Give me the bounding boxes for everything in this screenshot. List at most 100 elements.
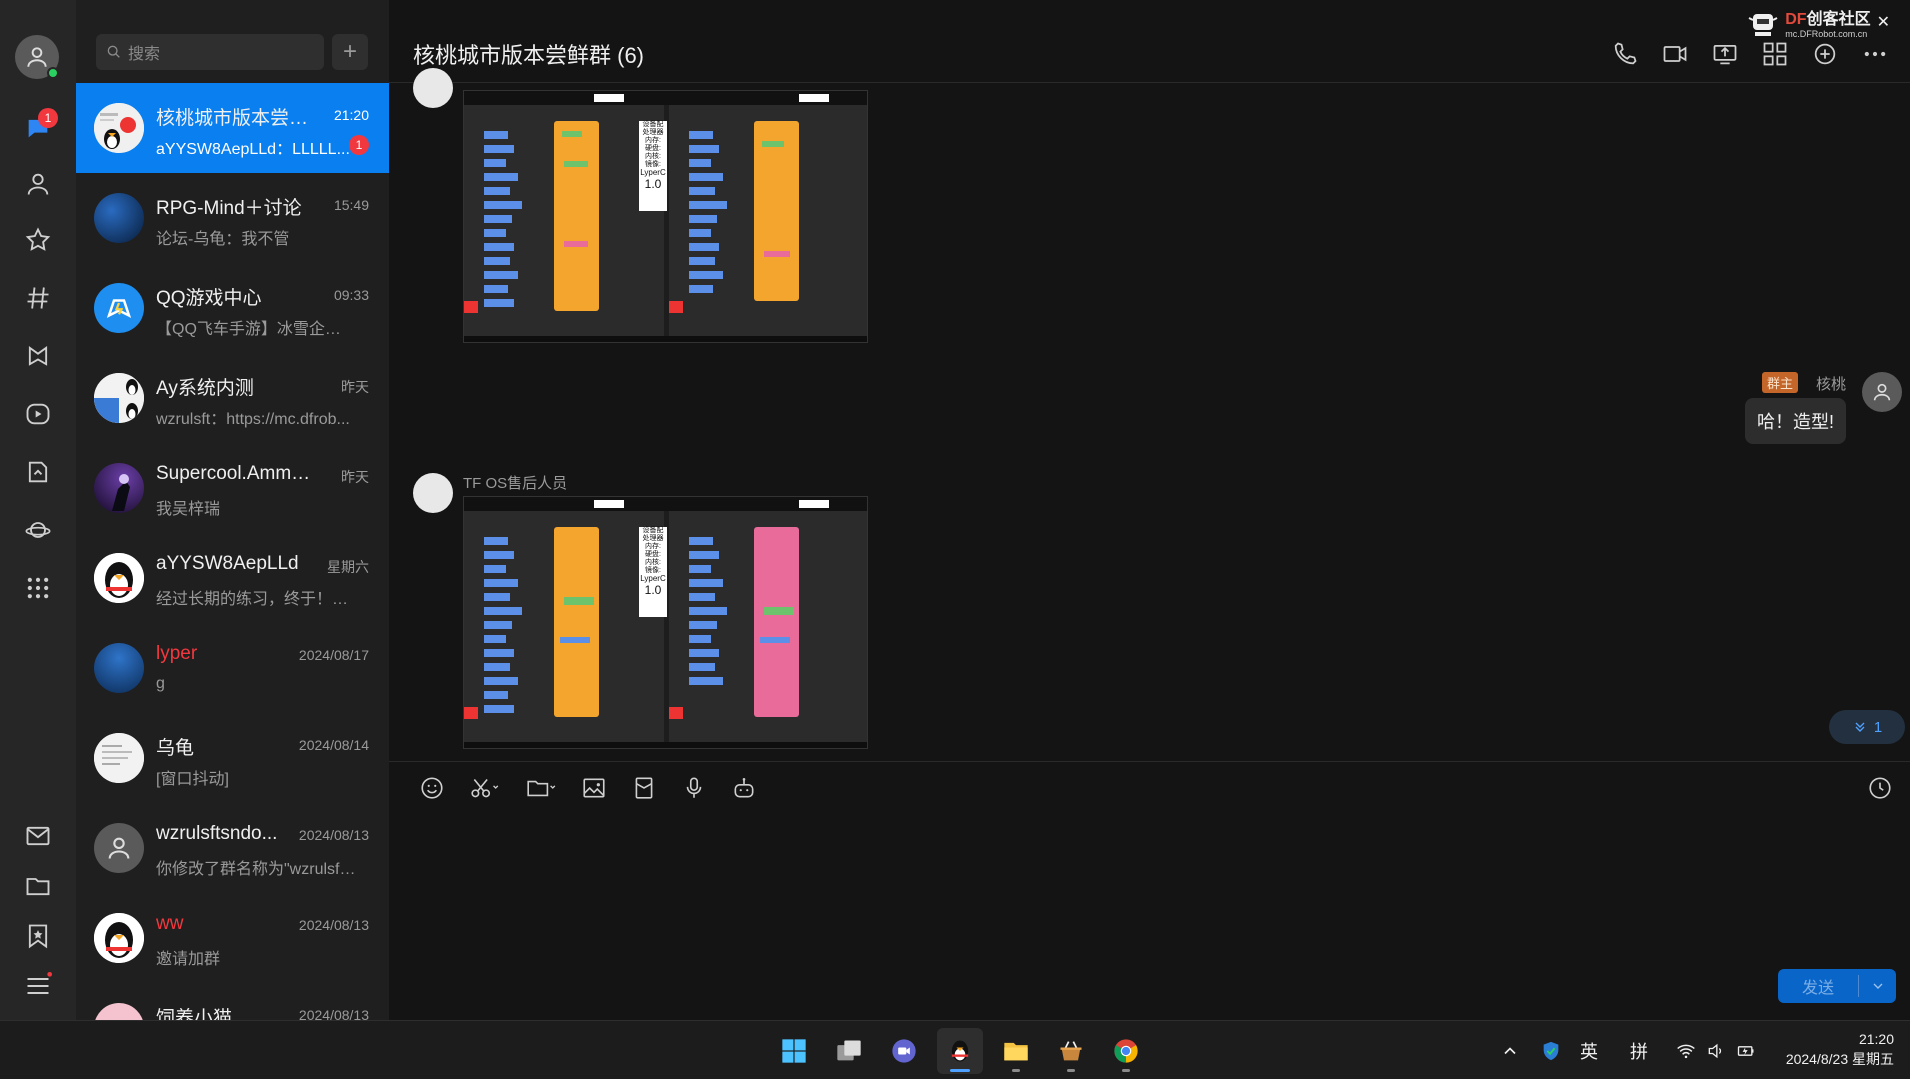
owner-tag: 群主 <box>1761 372 1798 393</box>
add-button[interactable]: + <box>332 34 368 70</box>
hamburger-menu-icon <box>27 972 52 995</box>
conversation-item[interactable]: ww 2024/08/13 邀请加群 <box>76 893 389 983</box>
conversation-time: 昨天 <box>341 379 369 395</box>
send-options-dropdown[interactable] <box>1859 969 1896 1003</box>
nav-main-menu[interactable] <box>20 968 56 1004</box>
add-member-button[interactable] <box>1800 38 1850 70</box>
screenshot-popup: 设备配 处理器 内存: 硬盘: 内核: 镜像: LyperC 1.0 <box>640 121 666 191</box>
sender-avatar[interactable] <box>413 68 453 108</box>
emoji-button[interactable] <box>413 772 451 804</box>
conversation-item[interactable]: Ay系统内测 昨天 wzrulsft：https://mc.dfrob... <box>76 353 389 443</box>
ime-mode[interactable]: 拼 <box>1630 1021 1648 1079</box>
conversation-item[interactable]: wzrulsftsndo... 2024/08/13 你修改了群名称为"wzru… <box>76 803 389 893</box>
conversation-item[interactable]: RPG-Mind＋讨论 15:49 论坛-乌龟：我不管 <box>76 173 389 263</box>
robot-button[interactable] <box>725 772 763 804</box>
screenshot-button[interactable] <box>463 772 507 804</box>
conversation-time: 2024/08/13 <box>298 1007 369 1020</box>
conversation-time: 09:33 <box>333 287 369 303</box>
nav-games[interactable] <box>20 338 56 374</box>
grid-dots-icon <box>27 577 49 599</box>
conversation-item[interactable]: 核桃城市版本尝鲜群 21:20 aYYSW8AepLLd：LLLLL... 1 <box>76 83 389 173</box>
penguin-avatar <box>94 913 144 963</box>
conversation-time: 星期六 <box>327 559 369 575</box>
nav-messages[interactable]: 1 <box>20 108 58 146</box>
conversation-name: lyper <box>156 643 198 664</box>
nav-favorites[interactable] <box>20 222 56 258</box>
nav-docs[interactable] <box>20 454 56 490</box>
screen-share-button[interactable] <box>1700 38 1750 70</box>
nav-channels[interactable] <box>20 280 56 316</box>
conversation-item[interactable]: 乌龟 2024/08/14 [窗口抖动] <box>76 713 389 803</box>
nav-planet[interactable] <box>20 512 56 548</box>
hashtag-icon <box>27 287 49 309</box>
owner-avatar[interactable] <box>1862 372 1902 412</box>
nav-more-apps[interactable] <box>20 570 56 606</box>
message-image[interactable]: 设备配 处理器 内存: 硬盘: 内核: 镜像: LyperC 1.0 <box>463 496 868 749</box>
message-bubble[interactable]: 哈！造型! <box>1744 398 1846 444</box>
start-button[interactable] <box>771 1028 817 1074</box>
conversation-item[interactable]: QQ游戏中心 09:33 【QQ飞车手游】冰雪企鹅岛... <box>76 263 389 353</box>
contact-avatar <box>94 463 144 513</box>
conversation-time: 15:49 <box>333 197 369 213</box>
more-options-button[interactable] <box>1850 38 1900 70</box>
conversation-name: wzrulsftsndo... <box>156 823 278 844</box>
video-call-button[interactable] <box>1650 38 1700 70</box>
voice-button[interactable] <box>675 772 713 804</box>
quick-settings[interactable] <box>1676 1021 1756 1079</box>
chrome-app[interactable] <box>1103 1028 1149 1074</box>
user-avatar[interactable] <box>15 35 59 79</box>
game-icon <box>28 346 48 366</box>
conversation-item[interactable]: Supercool.Amman... 昨天 我吴梓瑞 <box>76 443 389 533</box>
nav-files[interactable] <box>20 868 56 904</box>
group-avatar <box>94 103 144 153</box>
shield-icon <box>1543 1041 1559 1060</box>
conversation-preview: 你修改了群名称为"wzrulsfts... <box>156 861 356 878</box>
task-view-button[interactable] <box>826 1028 872 1074</box>
watermark-brand-cn: 创客社区 <box>1806 11 1871 28</box>
ime-language[interactable]: 英 <box>1580 1021 1598 1079</box>
conversation-time: 2024/08/14 <box>298 737 369 753</box>
message-input[interactable] <box>413 818 1893 958</box>
penguin-avatar <box>94 553 144 603</box>
message-history-button[interactable] <box>1864 772 1896 804</box>
conversation-name: 乌龟 <box>156 738 195 759</box>
nav-contacts[interactable] <box>20 166 56 202</box>
sender-avatar[interactable] <box>413 473 453 513</box>
search-input[interactable]: 搜索 <box>96 34 324 70</box>
nav-bookmarks[interactable] <box>20 918 56 954</box>
apps-button[interactable] <box>1750 38 1800 70</box>
scroll-to-new-button[interactable]: 1 <box>1829 710 1905 744</box>
conversation-item[interactable]: lyper 2024/08/17 g <box>76 623 389 713</box>
image-button[interactable] <box>575 772 613 804</box>
app-taskbar-item[interactable] <box>1048 1028 1094 1074</box>
red-envelope-icon <box>635 777 653 799</box>
conversation-item[interactable]: aYYSW8AepLLd 星期六 经过长期的练习，终于！htt... <box>76 533 389 623</box>
teams-chat-button[interactable] <box>881 1028 927 1074</box>
security-tray-icon[interactable] <box>1540 1021 1562 1079</box>
screenshot-popup: 设备配 处理器 内存: 硬盘: 内核: 镜像: LyperC 1.0 <box>640 527 666 597</box>
mail-icon <box>26 826 50 846</box>
user-icon <box>108 837 130 859</box>
file-explorer-app[interactable] <box>993 1028 1039 1074</box>
nav-video[interactable] <box>20 396 56 432</box>
file-button[interactable] <box>519 772 563 804</box>
search-icon <box>107 45 120 58</box>
red-packet-button[interactable] <box>625 772 663 804</box>
conversation-name: Ay系统内测 <box>156 378 254 399</box>
chevron-down-icon <box>1873 983 1882 989</box>
tray-overflow-button[interactable] <box>1500 1021 1520 1079</box>
watermark-url: mc.DFRobot.com.cn <box>1785 29 1868 39</box>
voice-call-button[interactable] <box>1600 38 1650 70</box>
conversation-item[interactable]: 饲养小猫 2024/08/13 <box>76 983 389 1020</box>
message-image[interactable]: 设备配 处理器 内存: 硬盘: 内核: 镜像: LyperC 1.0 <box>463 90 868 343</box>
conversation-preview: [窗口抖动] <box>156 771 229 788</box>
composer-toolbar <box>413 772 763 804</box>
close-icon[interactable]: ✕ <box>1877 12 1890 32</box>
nav-mail[interactable] <box>20 818 56 854</box>
clock-icon <box>1869 777 1891 799</box>
qq-taskbar-app[interactable] <box>937 1028 983 1074</box>
running-indicator <box>1122 1069 1130 1072</box>
conversation-time: 21:20 <box>333 107 369 123</box>
send-button[interactable]: 发送 <box>1778 969 1896 1003</box>
system-clock[interactable]: 21:20 2024/8/23 星期五 <box>1786 1029 1894 1069</box>
